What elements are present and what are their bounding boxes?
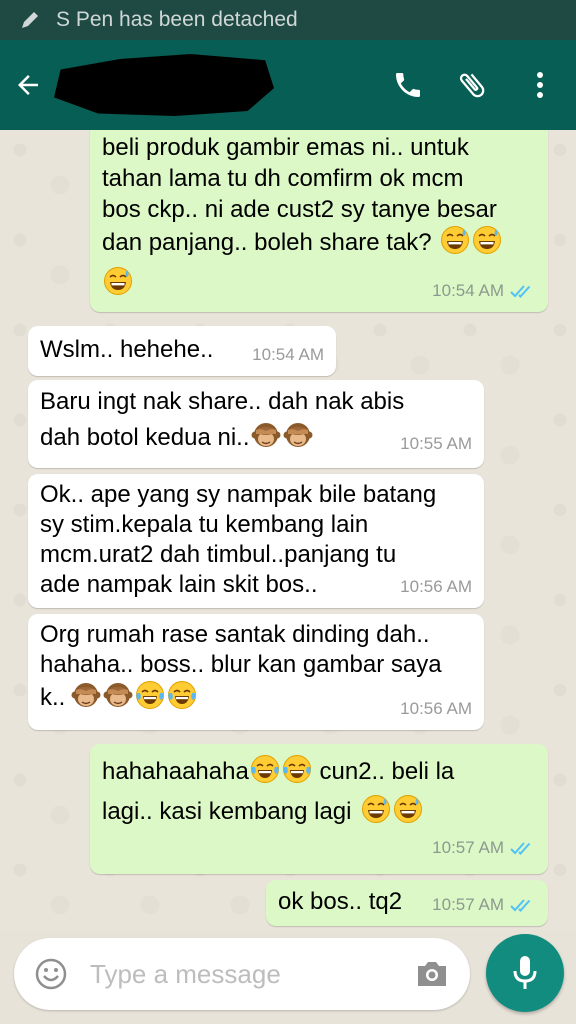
sweat-smile-emoji [103, 266, 133, 296]
message-meta: 10:54 AM [252, 339, 324, 370]
message-meta: 10:57 AM [432, 828, 536, 868]
message-input[interactable]: Type a message [90, 959, 414, 990]
message-time: 10:55 AM [400, 434, 472, 453]
read-ticks-icon [510, 840, 536, 856]
message-outgoing[interactable]: ok bos.. tq2 10:57 AM [266, 880, 548, 926]
sweat-smile-emoji [440, 225, 470, 255]
sweat-smile-emoji [361, 794, 391, 824]
message-incoming[interactable]: Baru ingt nak share.. dah nak abis dah b… [28, 380, 484, 468]
more-options-button[interactable] [516, 61, 564, 109]
message-time: 10:57 AM [432, 838, 504, 857]
see-no-evil-monkey-emoji [283, 420, 313, 450]
message-text: hahahaahaha [102, 758, 249, 785]
tears-of-joy-emoji [282, 754, 312, 784]
message-incoming[interactable]: Org rumah rase santak dinding dah.. haha… [28, 614, 484, 730]
chat-area[interactable]: beli produk gambir emas ni.. untuk tahan… [0, 130, 576, 930]
message-text: Baru ingt nak share.. dah nak abis dah b… [40, 388, 405, 451]
sweat-smile-emoji [393, 794, 423, 824]
call-button[interactable] [384, 61, 432, 109]
see-no-evil-monkey-emoji [103, 680, 133, 710]
more-vert-icon [537, 72, 543, 98]
status-notification: S Pen has been detached [56, 8, 298, 31]
message-text: lagi.. kasi kembang lagi [102, 798, 352, 825]
tears-of-joy-emoji [135, 680, 165, 710]
pen-icon [22, 12, 38, 28]
message-outgoing[interactable]: hahahaahaha cun2.. beli la lagi.. kasi k… [90, 744, 548, 874]
attach-button[interactable] [448, 61, 496, 109]
message-text: Ok.. ape yang sy nampak bile batang sy s… [40, 481, 437, 598]
back-button[interactable] [6, 63, 50, 107]
message-incoming[interactable]: Ok.. ape yang sy nampak bile batang sy s… [28, 474, 484, 608]
camera-icon[interactable] [414, 958, 450, 990]
mic-button[interactable] [486, 934, 564, 1012]
message-text: Wslm.. hehehe.. [40, 336, 214, 363]
see-no-evil-monkey-emoji [71, 680, 101, 710]
message-input-bar: Type a message [14, 938, 470, 1010]
message-outgoing[interactable]: beli produk gambir emas ni.. untuk tahan… [90, 130, 548, 312]
tears-of-joy-emoji [167, 680, 197, 710]
paperclip-icon [459, 73, 485, 98]
message-meta: 10:57 AM [432, 889, 536, 920]
message-text: ok bos.. tq2 [278, 888, 403, 915]
message-meta: 10:56 AM [400, 694, 472, 724]
tears-of-joy-emoji [250, 754, 280, 784]
emoji-icon[interactable] [34, 957, 68, 991]
message-time: 10:56 AM [400, 699, 472, 718]
read-ticks-icon [510, 897, 536, 913]
message-time: 10:54 AM [432, 281, 504, 300]
message-time: 10:57 AM [432, 895, 504, 914]
sweat-smile-emoji [472, 225, 502, 255]
arrow-left-icon [18, 75, 38, 95]
see-no-evil-monkey-emoji [251, 420, 281, 450]
message-time: 10:56 AM [400, 577, 472, 596]
status-bar: S Pen has been detached [0, 0, 576, 40]
message-text: beli produk gambir emas ni.. untuk tahan… [102, 134, 497, 256]
message-meta: 10:56 AM [400, 572, 472, 602]
read-ticks-icon [510, 283, 536, 299]
message-meta: 10:54 AM [432, 275, 536, 306]
mic-icon [513, 956, 537, 989]
message-meta: 10:55 AM [400, 426, 472, 462]
phone-icon [396, 73, 420, 97]
message-time: 10:54 AM [252, 345, 324, 364]
message-incoming[interactable]: Wslm.. hehehe.. 10:54 AM [28, 326, 336, 376]
message-text: cun2.. beli la [312, 758, 455, 785]
